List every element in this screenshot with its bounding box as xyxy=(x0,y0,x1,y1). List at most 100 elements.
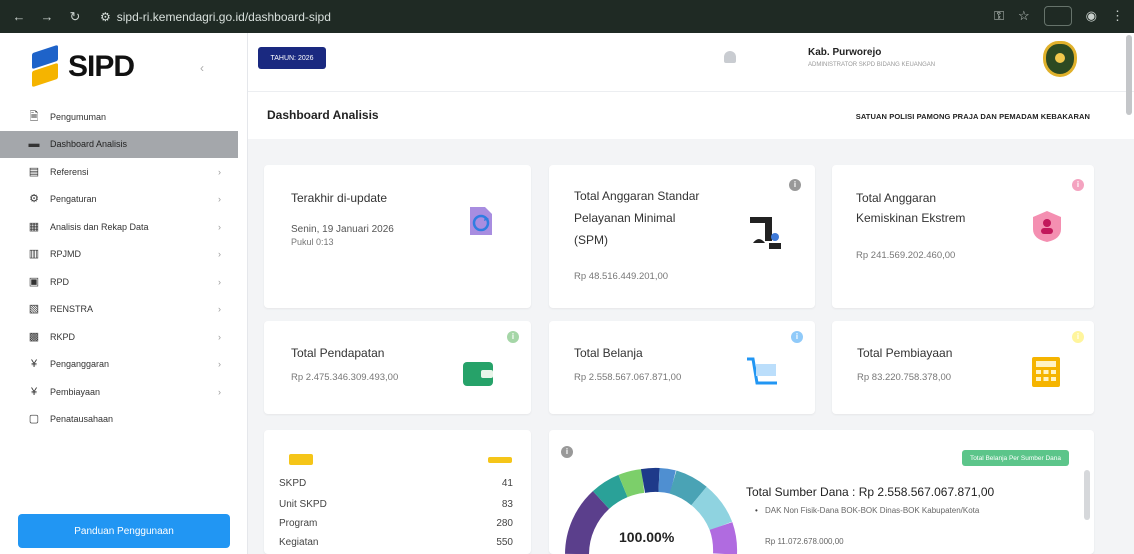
income-value: Rp 2.475.346.309.493,00 xyxy=(291,372,399,383)
renstra-icon: ▧ xyxy=(28,303,40,316)
donut-segment[interactable] xyxy=(592,474,629,510)
info-icon[interactable]: i xyxy=(1072,179,1084,191)
sipd-logo-text: SIPD xyxy=(68,50,135,83)
regency-emblem-icon[interactable] xyxy=(1043,41,1077,77)
browser-bar: ← → ↻ ⚙ sipd-ri.kemendagri.go.id/dashboa… xyxy=(0,0,1134,33)
site-info-icon[interactable]: ⚙ xyxy=(100,10,111,24)
gear-icon: ⚙ xyxy=(29,193,39,206)
stats-card: SKPD 41 Unit SKPD 83 Program 280 Kegiata… xyxy=(264,430,531,554)
browser-actions: ⚿ ☆ ◉ ⋮ xyxy=(994,6,1124,26)
donut-segment[interactable] xyxy=(658,468,676,494)
sidebar-collapse-icon[interactable]: ‹ xyxy=(200,61,204,75)
donut-center-percent: 100.00% xyxy=(619,529,675,545)
chevron-right-icon: › xyxy=(218,331,221,342)
refresh-document-icon xyxy=(470,207,492,235)
shopping-cart-icon xyxy=(747,357,777,385)
dashboard-icon: ▬ xyxy=(28,138,40,151)
chevron-right-icon: › xyxy=(218,386,221,397)
sidebar-item-label: RPJMD xyxy=(50,249,81,260)
analysis-icon: ▦ xyxy=(28,220,40,233)
donut-segment[interactable] xyxy=(640,467,660,493)
update-date: Senin, 19 Januari 2026 xyxy=(291,224,394,235)
address-bar[interactable]: ⚙ sipd-ri.kemendagri.go.id/dashboard-sip… xyxy=(100,8,331,26)
sidebar-item-rpd[interactable]: ▣ RPD › xyxy=(0,268,247,296)
sidebar-item-pembiayaan[interactable]: ¥ Pembiayaan › xyxy=(0,378,247,406)
card-title: Total Belanja xyxy=(574,346,643,360)
poverty-value: Rp 241.569.202.460,00 xyxy=(856,250,956,261)
donut-segment[interactable] xyxy=(669,470,707,506)
total-income-card: i Total Pendapatan Rp 2.475.346.309.493,… xyxy=(264,321,531,414)
url-text: sipd-ri.kemendagri.go.id/dashboard-sipd xyxy=(116,10,331,24)
reference-icon: ▤ xyxy=(28,165,40,178)
card-title-line2: Kemiskinan Ekstrem xyxy=(856,211,966,225)
donut-segment[interactable] xyxy=(709,522,738,554)
card-title-line1: Total Anggaran xyxy=(856,191,937,205)
donut-segment[interactable] xyxy=(618,469,645,498)
announcement-icon: 🗎 xyxy=(29,110,39,123)
key-icon[interactable]: ⚿ xyxy=(994,8,1004,24)
card-title-line3: (SPM) xyxy=(574,233,608,247)
rpd-icon: ▣ xyxy=(28,275,40,288)
spending-by-source-pill[interactable]: Total Belanja Per Sumber Dana xyxy=(961,450,1069,466)
legend-scrollbar[interactable] xyxy=(1084,470,1090,520)
stats-badge-secondary xyxy=(488,457,512,463)
chevron-right-icon: › xyxy=(218,304,221,315)
sidebar-item-renstra[interactable]: ▧ RENSTRA › xyxy=(0,296,247,324)
info-icon[interactable]: i xyxy=(791,331,803,343)
reload-icon[interactable]: ↻ xyxy=(66,9,84,25)
sidebar-item-label: Penatausahaan xyxy=(50,414,114,425)
forward-icon[interactable]: → xyxy=(38,9,56,24)
stat-row-program: Program 280 xyxy=(279,518,513,529)
star-icon[interactable]: ☆ xyxy=(1018,8,1030,24)
page-scrollbar[interactable] xyxy=(1126,35,1132,115)
user-name[interactable]: Kab. Purworejo xyxy=(808,47,881,58)
sidebar-item-label: RPD xyxy=(50,276,70,287)
sidebar-item-pengumuman[interactable]: 🗎 Pengumuman xyxy=(0,103,247,131)
profile-icon[interactable]: ◉ xyxy=(1086,8,1097,24)
year-badge[interactable]: TAHUN: 2026 xyxy=(258,47,326,69)
donut-segment[interactable] xyxy=(565,491,610,554)
sipd-logo[interactable]: SIPD xyxy=(28,44,135,88)
back-icon[interactable]: ← xyxy=(10,9,28,24)
financing-value: Rp 83.220.758.378,00 xyxy=(857,372,952,383)
guide-button[interactable]: Panduan Penggunaan xyxy=(18,514,230,548)
user-role: ADMINISTRATOR SKPD BIDANG KEUANGAN xyxy=(808,62,936,68)
total-financing-card: i Total Pembiayaan Rp 83.220.758.378,00 xyxy=(832,321,1094,414)
info-icon[interactable]: i xyxy=(1072,331,1084,343)
sidebar-item-label: Analisis dan Rekap Data xyxy=(50,221,149,232)
notification-bell-icon[interactable] xyxy=(724,51,736,63)
sidebar-item-analisis-rekap[interactable]: ▦ Analisis dan Rekap Data › xyxy=(0,213,247,241)
calculator-icon xyxy=(1032,357,1060,387)
sidebar-item-penganggaran[interactable]: ¥ Penganggaran › xyxy=(0,351,247,379)
spm-budget-card: i Total Anggaran Standar Pelayanan Minim… xyxy=(549,165,815,308)
poverty-budget-card: i Total Anggaran Kemiskinan Ekstrem Rp 2… xyxy=(832,165,1094,308)
info-icon[interactable]: i xyxy=(507,331,519,343)
sidebar-item-dashboard-analisis[interactable]: ▬ Dashboard Analisis xyxy=(0,130,238,158)
unit-name: SATUAN POLISI PAMONG PRAJA DAN PEMADAM K… xyxy=(855,112,1090,121)
sidebar-item-referensi[interactable]: ▤ Referensi › xyxy=(0,158,247,186)
stat-value: 41 xyxy=(501,478,513,489)
funding-legend-item[interactable]: DAK Non Fisik-Dana BOK-BOK Dinas-BOK Kab… xyxy=(755,506,1055,516)
rkpd-icon: ▩ xyxy=(28,330,40,343)
sidebar-item-label: RKPD xyxy=(50,331,76,342)
info-icon[interactable]: i xyxy=(789,179,801,191)
update-time: Pukul 0:13 xyxy=(291,237,334,247)
sidebar-item-label: Pengumuman xyxy=(50,111,107,122)
sidebar-item-pengaturan[interactable]: ⚙ Pengaturan › xyxy=(0,186,247,214)
wallet-icon xyxy=(463,362,493,386)
sidebar-item-rpjmd[interactable]: ▥ RPJMD › xyxy=(0,241,247,269)
menu-kebab-icon[interactable]: ⋮ xyxy=(1111,8,1124,24)
sidebar: SIPD ‹ 🗎 Pengumuman ▬ Dashboard Analisis… xyxy=(0,33,248,554)
stat-value: 280 xyxy=(496,518,513,529)
sidebar-item-rkpd[interactable]: ▩ RKPD › xyxy=(0,323,247,351)
rpjmd-icon: ▥ xyxy=(28,248,40,261)
sidebar-item-penatausahaan[interactable]: ▢ Penatausahaan xyxy=(0,406,247,434)
chevron-right-icon: › xyxy=(218,194,221,205)
chevron-right-icon: › xyxy=(218,249,221,260)
financing-icon: ¥ xyxy=(30,385,38,398)
donut-segment[interactable] xyxy=(691,486,733,531)
extensions-icon[interactable] xyxy=(1043,6,1072,26)
card-title: Terakhir di-update xyxy=(291,191,388,205)
top-header: TAHUN: 2026 Kab. Purworejo ADMINISTRATOR… xyxy=(248,33,1134,91)
stat-row-skpd: SKPD 41 xyxy=(279,478,513,489)
